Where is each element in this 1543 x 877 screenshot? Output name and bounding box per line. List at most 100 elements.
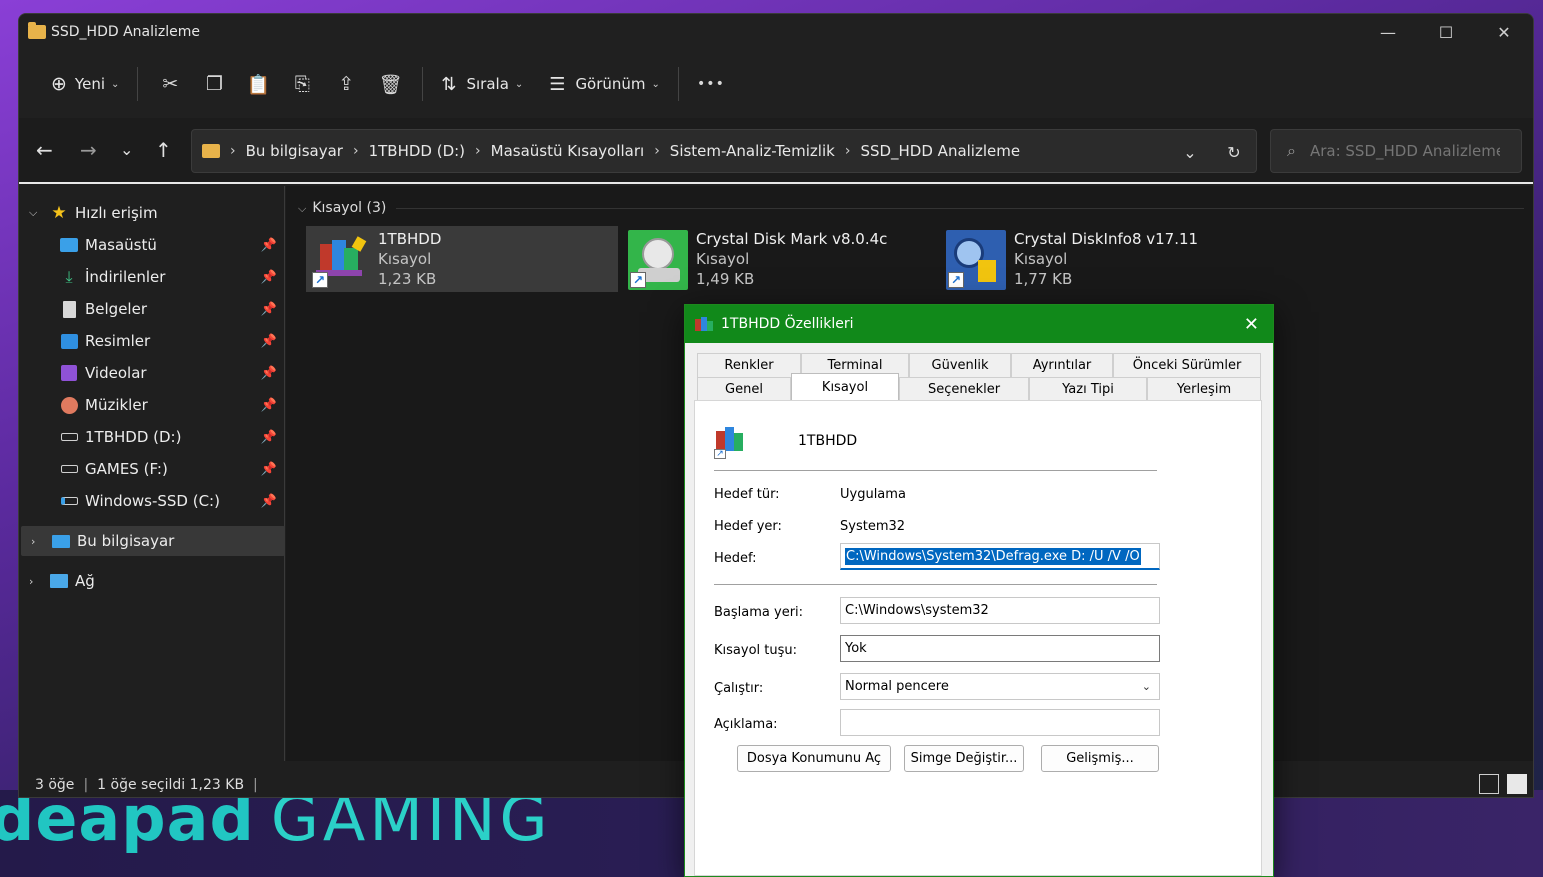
sidebar-item-desktop[interactable]: Masaüstü 📌 <box>19 230 283 260</box>
music-icon <box>59 396 79 414</box>
rename-icon[interactable]: ⎘ <box>280 64 324 104</box>
chevron-right-icon: › <box>230 143 236 159</box>
start-in-field[interactable]: C:\Windows\system32 <box>840 597 1160 624</box>
dialog-title: 1TBHDD Özellikleri <box>721 316 854 332</box>
crystal-disk-info-icon: ↗ <box>946 230 1006 290</box>
pin-icon[interactable]: 📌 <box>261 238 277 253</box>
file-item-1tbhdd[interactable]: ↗ 1TBHDD Kısayol 1,23 KB <box>306 226 618 292</box>
pin-icon[interactable]: 📌 <box>261 302 277 317</box>
more-options-icon[interactable]: ••• <box>689 64 733 104</box>
shortcut-tab-panel: ↗ 1TBHDD Hedef tür: Uygulama Hedef yer: … <box>694 400 1262 876</box>
tab-details[interactable]: Ayrıntılar <box>1011 353 1113 377</box>
dialog-tabs: Renkler Terminal Güvenlik Ayrıntılar Önc… <box>697 353 1261 401</box>
breadcrumb-this-pc[interactable]: Bu bilgisayar <box>246 142 343 160</box>
sidebar-item-drive-f[interactable]: GAMES (F:) 📌 <box>19 454 283 484</box>
view-button-label: Görünüm <box>575 75 646 93</box>
advanced-button[interactable]: Gelişmiş... <box>1041 745 1159 772</box>
sidebar-item-this-pc[interactable]: › Bu bilgisayar <box>21 526 285 556</box>
sidebar-item-videos[interactable]: Videolar 📌 <box>19 358 283 388</box>
file-name: Crystal Disk Mark v8.0.4c <box>696 230 888 248</box>
minimize-button[interactable]: — <box>1359 14 1417 50</box>
shortcut-key-field[interactable]: Yok <box>840 635 1160 662</box>
sidebar-quick-access[interactable]: ⌵ ★ Hızlı erişim <box>19 198 283 228</box>
file-item-crystal-disk-mark[interactable]: ↗ Crystal Disk Mark v8.0.4c Kısayol 1,49… <box>624 226 936 292</box>
chevron-right-icon[interactable]: › <box>31 535 45 548</box>
sidebar-item-network[interactable]: › Ağ <box>19 566 283 596</box>
toolbar-divider <box>677 67 679 101</box>
tab-options[interactable]: Seçenekler <box>899 377 1029 401</box>
breadcrumb-analysis[interactable]: Sistem-Analiz-Temizlik <box>670 142 835 160</box>
shortcut-overlay-icon: ↗ <box>948 272 964 288</box>
toolbar-divider <box>422 67 424 101</box>
dialog-close-icon[interactable]: ✕ <box>1244 314 1259 335</box>
up-arrow-icon[interactable]: ↑ <box>155 138 172 162</box>
sidebar-item-downloads[interactable]: ⤓ İndirilenler 📌 <box>19 262 283 292</box>
sort-button[interactable]: ⇅ Sırala ⌄ <box>433 64 531 104</box>
tab-font[interactable]: Yazı Tipi <box>1029 377 1147 401</box>
pin-icon[interactable]: 📌 <box>261 462 277 477</box>
chevron-down-icon[interactable]: ⌵ <box>29 206 43 220</box>
recent-chevron-icon[interactable]: ⌄ <box>120 140 133 159</box>
folder-icon <box>202 144 220 158</box>
tab-general[interactable]: Genel <box>697 377 791 401</box>
delete-icon[interactable]: 🗑 <box>368 64 412 104</box>
address-bar[interactable]: › Bu bilgisayar › 1TBHDD (D:) › Masaüstü… <box>191 129 1257 173</box>
sidebar-quick-access-label: Hızlı erişim <box>75 204 158 222</box>
breadcrumb-current[interactable]: SSD_HDD Analizleme <box>860 142 1020 160</box>
search-input[interactable] <box>1309 142 1500 160</box>
chevron-down-icon: ⌄ <box>514 78 524 90</box>
title-bar[interactable]: SSD_HDD Analizleme — ☐ ✕ <box>19 14 1533 50</box>
share-icon[interactable]: ⇪ <box>324 64 368 104</box>
pin-icon[interactable]: 📌 <box>261 270 277 285</box>
view-button[interactable]: ☰ Görünüm ⌄ <box>541 64 668 104</box>
sidebar-item-documents[interactable]: Belgeler 📌 <box>19 294 283 324</box>
search-box[interactable]: ⌕ <box>1270 129 1522 173</box>
maximize-button[interactable]: ☐ <box>1417 14 1475 50</box>
run-select[interactable]: Normal pencere ⌄ <box>840 673 1160 700</box>
breadcrumb-drive[interactable]: 1TBHDD (D:) <box>369 142 465 160</box>
pin-icon[interactable]: 📌 <box>261 494 277 509</box>
file-item-crystal-disk-info[interactable]: ↗ Crystal DiskInfo8 v17.11 Kısayol 1,77 … <box>942 226 1254 292</box>
new-button[interactable]: ⊕ Yeni ⌄ <box>43 64 127 104</box>
refresh-icon[interactable]: ↻ <box>1212 143 1256 162</box>
tiles-view-icon[interactable] <box>1507 774 1527 794</box>
shortcut-overlay-icon: ↗ <box>312 272 328 288</box>
forward-arrow-icon[interactable]: → <box>80 138 97 162</box>
target-field[interactable]: C:\Windows\System32\Defrag.exe D: /U /V … <box>840 543 1160 570</box>
search-icon: ⌕ <box>1287 141 1296 160</box>
sidebar-item-music[interactable]: Müzikler 📌 <box>19 390 283 420</box>
tab-colors[interactable]: Renkler <box>697 353 801 377</box>
copy-icon[interactable]: ❐ <box>192 64 236 104</box>
pin-icon[interactable]: 📌 <box>261 398 277 413</box>
file-type: Kısayol <box>378 250 432 268</box>
change-icon-button[interactable]: Simge Değiştir... <box>904 745 1024 772</box>
sidebar-item-drive-d[interactable]: 1TBHDD (D:) 📌 <box>19 422 283 452</box>
folder-icon <box>28 22 46 39</box>
tab-previous-versions[interactable]: Önceki Sürümler <box>1113 353 1261 377</box>
tab-shortcut[interactable]: Kısayol <box>791 373 899 400</box>
view-icon: ☰ <box>549 73 566 95</box>
pin-icon[interactable]: 📌 <box>261 430 277 445</box>
sidebar-item-label: Belgeler <box>85 300 147 318</box>
sidebar-item-drive-c[interactable]: Windows-SSD (C:) 📌 <box>19 486 283 516</box>
pin-icon[interactable]: 📌 <box>261 366 277 381</box>
tab-security[interactable]: Güvenlik <box>909 353 1011 377</box>
target-type-label: Hedef tür: <box>714 487 780 502</box>
address-history-chevron-icon[interactable]: ⌄ <box>1168 143 1212 162</box>
chevron-right-icon[interactable]: › <box>29 575 43 588</box>
sidebar-item-pictures[interactable]: Resimler 📌 <box>19 326 283 356</box>
group-header[interactable]: ⌵ Kısayol (3) <box>298 200 386 216</box>
comment-field[interactable] <box>840 709 1160 736</box>
back-arrow-icon[interactable]: ← <box>36 138 53 162</box>
close-button[interactable]: ✕ <box>1475 14 1533 50</box>
tab-layout[interactable]: Yerleşim <box>1147 377 1261 401</box>
properties-dialog: 1TBHDD Özellikleri ✕ Renkler Terminal Gü… <box>684 304 1274 877</box>
pin-icon[interactable]: 📌 <box>261 334 277 349</box>
breadcrumb-shortcuts[interactable]: Masaüstü Kısayolları <box>491 142 645 160</box>
sidebar-item-label: Videolar <box>85 364 147 382</box>
open-file-location-button[interactable]: Dosya Konumunu Aç <box>737 745 891 772</box>
details-view-icon[interactable] <box>1479 774 1499 794</box>
paste-icon[interactable]: 📋 <box>236 64 280 104</box>
dialog-title-bar[interactable]: 1TBHDD Özellikleri ✕ <box>685 305 1273 343</box>
cut-icon[interactable]: ✂ <box>148 64 192 104</box>
